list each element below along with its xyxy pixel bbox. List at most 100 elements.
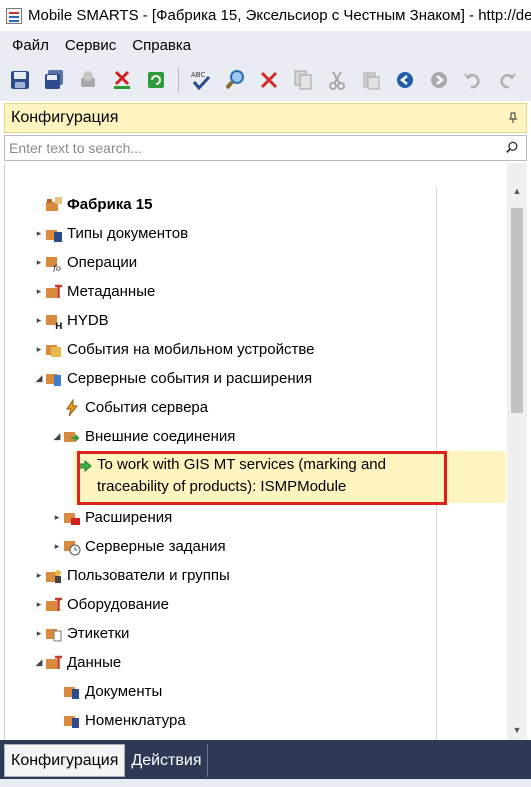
menu-bar: Файл Сервис Справка [0,31,531,59]
menu-service[interactable]: Сервис [57,37,124,54]
tree-item-label: Серверные события и расширения [67,370,313,387]
labels-icon [45,625,63,643]
tree-item-data[interactable]: ◢ Данные [5,648,506,677]
spell-check-icon[interactable]: ABC [189,68,213,92]
expand-arrow-icon[interactable]: ▸ [33,315,45,326]
tree-item-hydb[interactable]: ▸ H HYDB [5,306,506,335]
nomenclature-icon [63,712,81,730]
equipment-icon [45,596,63,614]
expand-arrow-icon[interactable]: ▸ [51,541,63,552]
tree-item-labels[interactable]: ▸ Этикетки [5,619,506,648]
tree-item-metadata[interactable]: ▸ Метаданные [5,277,506,306]
window-title: Mobile SMARTS - [Фабрика 15, Эксельсиор … [28,7,531,24]
tree-item-equipment[interactable]: ▸ Оборудование [5,590,506,619]
svg-text:ABC: ABC [191,71,205,79]
forward-icon[interactable] [427,68,451,92]
collapse-arrow-icon[interactable]: ◢ [33,373,45,384]
tree-item-external-connections[interactable]: ◢ Внешние соединения [5,422,506,451]
tree-item-selected[interactable]: To work with GIS MT services (marking an… [73,451,506,503]
operations-icon: fo [45,254,63,273]
tree-item-documents[interactable]: Документы [5,677,506,706]
expand-arrow-icon[interactable]: ▸ [33,599,45,610]
undo-icon[interactable] [461,68,485,92]
tree-item-label: Метаданные [67,283,156,300]
expand-arrow-icon[interactable]: ▸ [33,628,45,639]
tree-item-nomenclature[interactable]: Номенклатура [5,706,506,735]
configuration-panel-header: Конфигурация [4,103,527,133]
tree-item-label: HYDB [67,312,109,329]
app-icon [6,7,22,24]
scroll-down-icon[interactable]: ▼ [507,720,527,740]
tree-item-lightning[interactable]: События сервера [5,393,506,422]
expand-arrow-icon[interactable]: ▸ [33,344,45,355]
title-bar: Mobile SMARTS - [Фабрика 15, Эксельсиор … [0,0,531,31]
factory-root-icon [45,196,63,214]
document-types-icon [45,225,63,243]
tree-item-extensions[interactable]: ▸ Расширения [5,503,506,532]
scroll-thumb[interactable] [511,208,523,413]
server-tasks-icon [63,538,81,556]
paste-icon[interactable] [359,68,383,92]
bottom-tab-strip: Конфигурация Действия [0,740,531,787]
copy-icon[interactable] [291,68,315,92]
tree-item-label: To work with GIS MT services (marking an… [97,456,386,495]
mobile-events-icon [45,341,63,359]
cut-icon[interactable] [325,68,349,92]
back-icon[interactable] [393,68,417,92]
toolbar: ABC [0,59,531,101]
extensions-icon [63,509,81,527]
tree-item-label: Расширения [85,509,173,526]
search-box [4,135,527,161]
collapse-arrow-icon[interactable]: ◢ [33,657,45,668]
tree-item-server-tasks[interactable]: ▸ Серверные задания [5,532,506,561]
expand-arrow-icon[interactable]: ▸ [51,512,63,523]
expand-arrow-icon[interactable]: ▸ [33,257,45,268]
collapse-arrow-icon[interactable]: ◢ [51,431,63,442]
tree-item-label: Документы [85,683,163,700]
server-events-icon [45,370,63,388]
external-connections-icon [63,428,81,446]
tree-item-label: Пользователи и группы [67,567,230,584]
tree-item-label: Данные [67,654,122,671]
tab-configuration[interactable]: Конфигурация [4,744,126,777]
expand-arrow-icon[interactable]: ▸ [33,228,45,239]
menu-file[interactable]: Файл [4,37,57,54]
tree-item-operations[interactable]: ▸ fo Операции [5,248,506,277]
menu-help[interactable]: Справка [124,37,199,54]
save-icon[interactable] [8,68,32,92]
scroll-up-icon[interactable]: ▲ [507,181,527,201]
publish-icon[interactable] [76,68,100,92]
delete-icon[interactable] [257,68,281,92]
tree-item-server-events[interactable]: ◢ Серверные события и расширения [5,364,506,393]
delete-configuration-icon[interactable] [110,68,134,92]
green-arrow-icon [75,457,93,475]
tree-item-label: События сервера [85,399,209,416]
tree-item-label: Фабрика 15 [67,196,153,213]
metadata-icon [45,283,63,301]
redo-icon[interactable] [495,68,519,92]
pin-icon[interactable] [506,111,520,125]
tree-item-label: Типы документов [67,225,189,242]
search-icon[interactable] [502,138,522,158]
lightning-icon [63,397,81,417]
tree-item-label: Этикетки [67,625,130,642]
expand-arrow-icon[interactable]: ▸ [33,570,45,581]
svg-text:H: H [55,322,63,330]
tree-item-label: События на мобильном устройстве [67,341,315,358]
tree-item-document-types[interactable]: ▸ Типы документов [5,219,506,248]
find-icon[interactable] [223,68,247,92]
tree-item-mobile-events[interactable]: ▸ События на мобильном устройстве [5,335,506,364]
search-input[interactable] [5,140,502,156]
refresh-icon[interactable] [144,68,168,92]
data-icon [45,654,63,672]
bottom-strip [0,779,531,787]
save-all-icon[interactable] [42,68,66,92]
configuration-tree: Фабрика 15 ▸ Типы документов ▸ fo Операции ▸ Ме… [4,163,527,740]
toolbar-separator [178,67,179,93]
tree-item-factory-root[interactable]: Фабрика 15 [5,190,506,219]
tree-scrollbar[interactable]: ▲ ▼ [507,163,527,740]
expand-arrow-icon[interactable]: ▸ [33,286,45,297]
tree-item-users-groups[interactable]: ▸ Пользователи и группы [5,561,506,590]
tab-actions[interactable]: Действия [125,744,209,777]
svg-text:fo: fo [52,264,61,272]
